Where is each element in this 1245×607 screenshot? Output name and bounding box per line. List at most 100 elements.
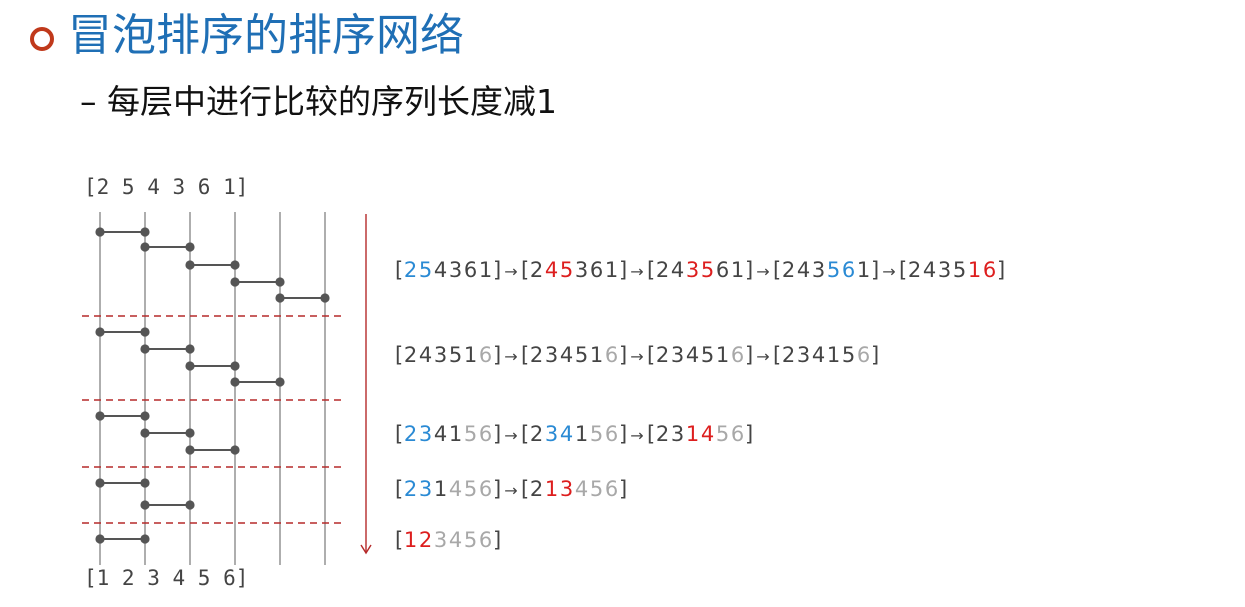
sequence-digit: 3 [685,258,700,282]
sequence-digit: 5 [463,477,478,501]
sequence-digit: 6 [604,422,619,446]
sequence-digit: 2 [655,343,670,367]
sequence-digit: 3 [811,258,826,282]
bracket: [ [395,258,404,282]
sequence-digit: 2 [403,343,418,367]
comparator-node [140,428,150,438]
sequence-digit: 3 [448,258,463,282]
sequence-digit: 1 [856,258,871,282]
sequence-digit: 1 [826,343,841,367]
comparator-node [230,445,240,455]
bracket: [ [773,343,782,367]
sequence-digit: 3 [544,422,559,446]
sequence-digit: 3 [670,422,685,446]
comparator-node [95,227,105,237]
bracket: ] [745,422,754,446]
sequence-row: [231456] → [213456] [395,477,627,501]
step-arrow-icon: → [630,262,644,281]
sequence-digit: 1 [715,343,730,367]
sequence-digit: 4 [559,422,574,446]
sequence-digit: 5 [841,343,856,367]
sequence-digit: 1 [544,477,559,501]
comparator-node [230,377,240,387]
comparator-node [95,327,105,337]
comparator-node [140,534,150,544]
sequence-row: [123456] [395,528,501,552]
comparator-node [230,260,240,270]
comparator-node [140,478,150,488]
bracket: ] [619,258,628,282]
sequence-digit: 3 [574,258,589,282]
sequence-digit: 4 [433,258,448,282]
sequence-row: [243516] → [234516] → [234516] → [234156] [395,343,879,367]
sequence-digit: 4 [574,477,589,501]
bracket: [ [395,528,404,552]
comparator-node [95,478,105,488]
sequence-digit: 2 [655,258,670,282]
bracket: [ [521,477,530,501]
comparator-node [140,344,150,354]
bracket: ] [871,258,880,282]
sequence-digit: 2 [403,477,418,501]
bracket: [ [395,422,404,446]
sequence-digit: 6 [715,258,730,282]
sequence-digit: 5 [589,477,604,501]
sequence-digit: 1 [685,422,700,446]
sequence-digit: 6 [478,528,493,552]
comparator-node [275,277,285,287]
sequence-digit: 2 [907,258,922,282]
sequence-digit: 5 [448,343,463,367]
sequence-digit: 4 [433,422,448,446]
bracket: [ [395,477,404,501]
sequence-digit: 4 [448,477,463,501]
bracket: ] [619,422,628,446]
sequence-digit: 6 [589,258,604,282]
sequence-digit: 1 [574,422,589,446]
comparator-node [95,411,105,421]
sequence-digit: 6 [856,343,871,367]
bracket: ] [745,258,754,282]
comparator-node [230,277,240,287]
step-arrow-icon: → [630,347,644,366]
sequence-digit: 2 [781,343,796,367]
comparator-node [185,242,195,252]
sequence-digit: 1 [730,258,745,282]
sequence-digit: 5 [826,258,841,282]
bracket: [ [773,258,782,282]
sequence-digit: 3 [796,343,811,367]
bracket: ] [493,422,502,446]
bracket: ] [493,528,502,552]
sequence-digit: 4 [700,422,715,446]
comparator-node [275,377,285,387]
sequence-digit: 6 [463,258,478,282]
sequence-digit: 6 [730,422,745,446]
sequence-digit: 6 [478,422,493,446]
comparator-node [185,361,195,371]
step-arrow-icon: → [504,426,518,445]
sequence-digit: 3 [433,528,448,552]
bracket: ] [871,343,880,367]
sequence-digit: 6 [841,258,856,282]
sequence-digit: 2 [655,422,670,446]
bracket: ] [619,477,628,501]
sequence-digit: 4 [685,343,700,367]
step-arrow-icon: → [630,426,644,445]
comparator-node [140,411,150,421]
step-arrow-icon: → [504,347,518,366]
sequence-row: [234156] → [234156] → [231456] [395,422,753,446]
comparator-node [140,227,150,237]
sequence-digit: 6 [982,258,997,282]
bracket: [ [647,258,656,282]
sequence-digit: 5 [418,258,433,282]
bracket: [ [647,422,656,446]
sequence-digit: 2 [529,477,544,501]
sequence-digit: 2 [781,258,796,282]
comparator-node [275,293,285,303]
sequence-digit: 2 [529,258,544,282]
comparator-node [185,428,195,438]
bracket: [ [899,258,908,282]
step-arrow-icon: → [504,481,518,500]
sequence-digit: 3 [433,343,448,367]
sequence-digit: 3 [418,477,433,501]
sequence-digit: 1 [433,477,448,501]
